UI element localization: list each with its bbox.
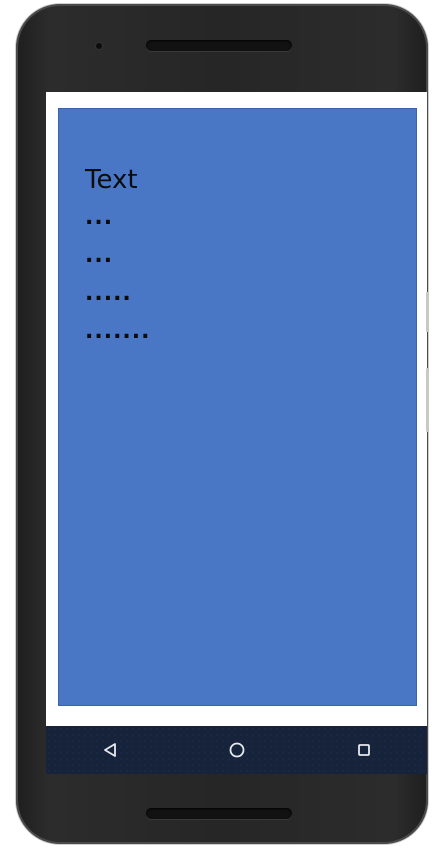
home-circle-icon <box>229 742 244 758</box>
canvas: Text ... ... ..... ....... <box>0 0 442 852</box>
back-triangle-icon <box>103 743 116 757</box>
recents-square-icon <box>357 744 370 756</box>
list-item: ... <box>85 205 114 230</box>
phone-frame: Text ... ... ..... ....... <box>16 4 428 844</box>
list-item: ..... <box>85 281 132 306</box>
device-screen: Text ... ... ..... ....... <box>46 92 427 774</box>
list-item: ....... <box>85 319 151 344</box>
heading-text: Text <box>85 165 138 195</box>
list-item: ... <box>85 243 114 268</box>
power-button[interactable] <box>426 292 429 332</box>
home-button[interactable] <box>217 730 257 770</box>
top-speaker-grille <box>146 40 292 51</box>
bottom-speaker-grille <box>146 808 292 819</box>
front-camera-icon <box>96 43 102 49</box>
volume-button[interactable] <box>426 368 429 432</box>
app-content-panel: Text ... ... ..... ....... <box>58 108 417 706</box>
text-list: Text ... ... ..... ....... <box>85 165 151 355</box>
back-button[interactable] <box>90 730 130 770</box>
system-navigation-bar <box>46 726 427 774</box>
recents-button[interactable] <box>344 730 384 770</box>
